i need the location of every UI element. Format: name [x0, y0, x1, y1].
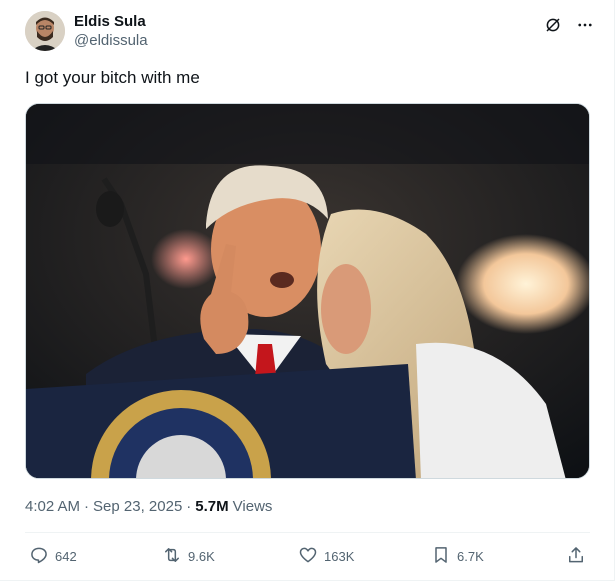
heart-icon: [298, 545, 318, 568]
bookmark-count: 6.7K: [457, 548, 484, 564]
divider: [25, 532, 590, 533]
tweet-date[interactable]: Sep 23, 2025: [93, 497, 182, 517]
tweet-actions: 642 9.6K 163K 6.7K: [25, 542, 590, 570]
tweet-time[interactable]: 4:02 AM: [25, 497, 80, 517]
meta-separator: ·: [84, 498, 90, 515]
display-name[interactable]: Eldis Sula: [74, 13, 148, 31]
like-button[interactable]: 163K: [298, 542, 354, 570]
meta-separator: ·: [186, 498, 192, 515]
grok-icon[interactable]: [543, 15, 563, 35]
reply-button[interactable]: 642: [29, 542, 77, 570]
tweet-meta: 4:02 AM · Sep 23, 2025 · 5.7M Views: [25, 497, 272, 517]
reply-icon: [29, 545, 49, 568]
header-actions: [543, 15, 595, 35]
share-button[interactable]: [566, 542, 586, 570]
bookmark-icon: [431, 545, 451, 568]
repost-count: 9.6K: [188, 548, 215, 564]
author-names: Eldis Sula @eldissula: [74, 13, 148, 51]
handle[interactable]: @eldissula: [74, 31, 148, 51]
more-icon[interactable]: [575, 15, 595, 35]
tweet-text: I got your bitch with me: [25, 68, 200, 87]
repost-button[interactable]: 9.6K: [162, 542, 215, 570]
repost-icon: [162, 545, 182, 568]
avatar[interactable]: [25, 11, 65, 51]
reply-count: 642: [55, 548, 77, 564]
share-icon: [566, 545, 586, 568]
tweet-card: Eldis Sula @eldissula I got your bitch w…: [0, 0, 615, 581]
tweet-header: Eldis Sula @eldissula: [25, 11, 595, 53]
photo-illustration: [26, 104, 589, 478]
tweet-photo[interactable]: [25, 103, 590, 479]
views-count: 5.7M: [195, 498, 229, 515]
like-count: 163K: [324, 548, 355, 564]
views-label: Views: [232, 498, 273, 515]
bookmark-button[interactable]: 6.7K: [431, 542, 484, 570]
